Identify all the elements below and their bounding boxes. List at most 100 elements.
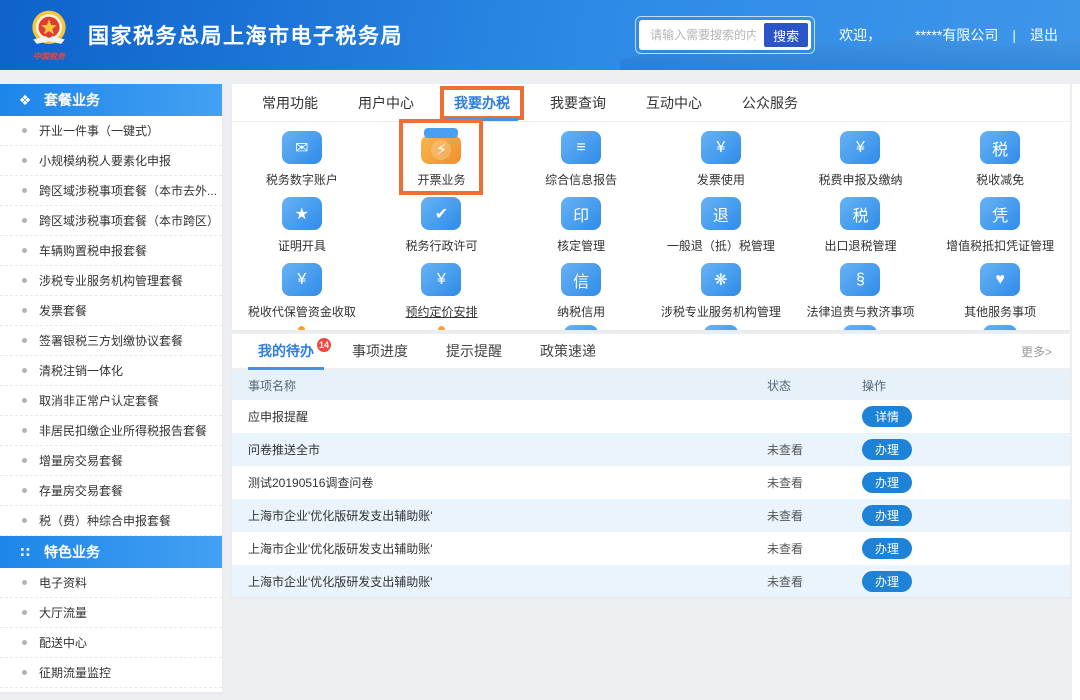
- tax-declaration-payment-icon: ¥: [840, 131, 880, 164]
- service-item[interactable]: ≡综合信息报告: [511, 126, 651, 192]
- service-item[interactable]: ¥预约定价安排: [372, 258, 512, 324]
- sidebar-item[interactable]: 电子资料: [0, 568, 222, 598]
- action-button[interactable]: 办理: [862, 538, 912, 559]
- action-button[interactable]: 办理: [862, 505, 912, 526]
- row-status: 未查看: [767, 573, 862, 590]
- service-item[interactable]: 信纳税信用: [511, 258, 651, 324]
- sidebar-item-label: 大厅流量: [39, 604, 87, 621]
- search-area: 搜索: [639, 20, 811, 50]
- action-button[interactable]: 办理: [862, 571, 912, 592]
- sidebar-item[interactable]: 小规模纳税人要素化申报: [0, 146, 222, 176]
- bullet-icon: [22, 458, 27, 463]
- sidebar-section-header[interactable]: ∷特色业务: [0, 536, 222, 568]
- service-label: 其他服务事项: [964, 303, 1036, 320]
- more-link[interactable]: 更多>: [1021, 343, 1052, 360]
- todo-tab[interactable]: 提示提醒: [446, 334, 502, 368]
- icon-glyph: ✔: [435, 204, 448, 224]
- service-item[interactable]: 退一般退（抵）税管理: [651, 192, 791, 258]
- icon-glyph: §: [856, 271, 865, 289]
- nav-tab[interactable]: 互动中心: [646, 84, 702, 121]
- sidebar-item[interactable]: 跨区域涉税事项套餐（本市去外...: [0, 176, 222, 206]
- service-item[interactable]: ¥税费申报及缴纳: [791, 126, 931, 192]
- service-item[interactable]: ✉税务数字账户: [232, 126, 372, 192]
- sidebar-item[interactable]: 发票套餐: [0, 296, 222, 326]
- comprehensive-info-report-icon: ≡: [561, 131, 601, 164]
- row-status: 未查看: [767, 474, 862, 491]
- sidebar-section-header[interactable]: ❖套餐业务: [0, 84, 222, 116]
- service-item[interactable]: 印核定管理: [511, 192, 651, 258]
- sidebar-item[interactable]: 开业一件事（一键式）: [0, 116, 222, 146]
- sidebar-item[interactable]: 存量房交易套餐: [0, 476, 222, 506]
- todo-tab-label: 事项进度: [352, 341, 408, 361]
- logout-link[interactable]: 退出: [1030, 25, 1058, 45]
- sidebar-item-label: 开业一件事（一键式）: [39, 122, 159, 139]
- service-item[interactable]: ⚡ 开票业务: [372, 126, 512, 192]
- sidebar-item[interactable]: 跨区域涉税事项套餐（本市跨区）: [0, 206, 222, 236]
- todo-tab[interactable]: 政策速递: [540, 334, 596, 368]
- todo-tab[interactable]: 事项进度: [352, 334, 408, 368]
- partial-icon-wrap: 保: [511, 325, 651, 330]
- icon-glyph: ¥: [716, 139, 725, 157]
- action-button[interactable]: 详情: [862, 406, 912, 427]
- bullet-icon: [22, 188, 27, 193]
- bullet-icon: [22, 518, 27, 523]
- sidebar-item-label: 增量房交易套餐: [39, 452, 123, 469]
- sidebar-item-label: 税（费）种综合申报套餐: [39, 512, 171, 529]
- table-body: 应申报提醒详情问卷推送全市未查看办理测试20190516调查问卷未查看办理上海市…: [232, 400, 1070, 597]
- icon-glyph: ≡: [576, 139, 585, 157]
- sidebar-item[interactable]: 大厅流量: [0, 598, 222, 628]
- service-item[interactable]: ¥税收代保管资金收取: [232, 258, 372, 324]
- service-label: 增值税抵扣凭证管理: [946, 237, 1054, 254]
- sidebar-item-label: 小规模纳税人要素化申报: [39, 152, 171, 169]
- table-row: 问卷推送全市未查看办理: [232, 433, 1070, 466]
- sidebar-item[interactable]: 配送中心: [0, 628, 222, 658]
- sidebar-item-label: 非居民扣缴企业所得税报告套餐: [39, 422, 207, 439]
- nav-tab-label: 常用功能: [262, 93, 318, 113]
- action-button[interactable]: 办理: [862, 472, 912, 493]
- sidebar-item[interactable]: 增量房交易套餐: [0, 446, 222, 476]
- service-item[interactable]: § 法律追责与救济事项: [791, 258, 931, 324]
- nav-tab[interactable]: 用户中心: [358, 84, 414, 121]
- sidebar-item[interactable]: 清税注销一体化: [0, 356, 222, 386]
- service-label: 开票业务: [417, 171, 465, 188]
- service-item[interactable]: ❋涉税专业服务机构管理: [651, 258, 791, 324]
- service-label: 法律追责与救济事项: [806, 303, 914, 320]
- action-button[interactable]: 办理: [862, 439, 912, 460]
- service-item[interactable]: ¥发票使用: [651, 126, 791, 192]
- service-item[interactable]: 税出口退税管理: [791, 192, 931, 258]
- row-name: 问卷推送全市: [232, 441, 767, 458]
- sidebar-item[interactable]: 税（费）种综合申报套餐: [0, 506, 222, 536]
- legal-remedy-icon: §: [840, 263, 880, 296]
- service-item[interactable]: ✔税务行政许可: [372, 192, 512, 258]
- sidebar-item-label: 存量房交易套餐: [39, 482, 123, 499]
- todo-tab[interactable]: 我的待办14: [258, 334, 314, 368]
- tax-credit-icon: 信: [561, 263, 601, 296]
- search-input[interactable]: [642, 24, 764, 46]
- nav-tab[interactable]: 公众服务: [742, 84, 798, 121]
- service-item[interactable]: ♥其他服务事项: [930, 258, 1070, 324]
- export-tax-refund-icon: 税: [840, 197, 880, 230]
- service-item[interactable]: ★证明开具: [232, 192, 372, 258]
- nav-tab[interactable]: 常用功能: [262, 84, 318, 121]
- sidebar-item[interactable]: 签署银税三方划缴协议套餐: [0, 326, 222, 356]
- icon-glyph: ¥: [856, 139, 865, 157]
- bullet-icon: [22, 248, 27, 253]
- sidebar-item[interactable]: 车辆购置税申报套餐: [0, 236, 222, 266]
- scrollbar[interactable]: [1072, 84, 1080, 700]
- search-button[interactable]: 搜索: [764, 23, 808, 47]
- welcome-text: 欢迎，: [839, 25, 881, 45]
- icon-glyph: ¥: [297, 271, 306, 289]
- todo-tabs: 我的待办14 事项进度 提示提醒 政策速递 更多>: [232, 334, 1070, 370]
- service-item[interactable]: 凭增值税抵扣凭证管理: [930, 192, 1070, 258]
- sidebar-item[interactable]: 涉税专业服务机构管理套餐: [0, 266, 222, 296]
- sidebar-item[interactable]: 征期流量监控: [0, 658, 222, 688]
- sidebar-item[interactable]: 取消非正常户认定套餐: [0, 386, 222, 416]
- row-action-cell: 详情: [862, 406, 1070, 427]
- nav-tab[interactable]: 我要查询: [550, 84, 606, 121]
- sidebar-item[interactable]: 非居民扣缴企业所得税报告套餐: [0, 416, 222, 446]
- nav-tab[interactable]: 我要办税: [454, 84, 510, 121]
- icon-glyph: ⚡: [431, 140, 451, 160]
- service-item[interactable]: 税税收减免: [930, 126, 1070, 192]
- sidebar-item-label: 发票套餐: [39, 302, 87, 319]
- row-name: 上海市企业'优化版研发支出辅助账': [232, 507, 767, 524]
